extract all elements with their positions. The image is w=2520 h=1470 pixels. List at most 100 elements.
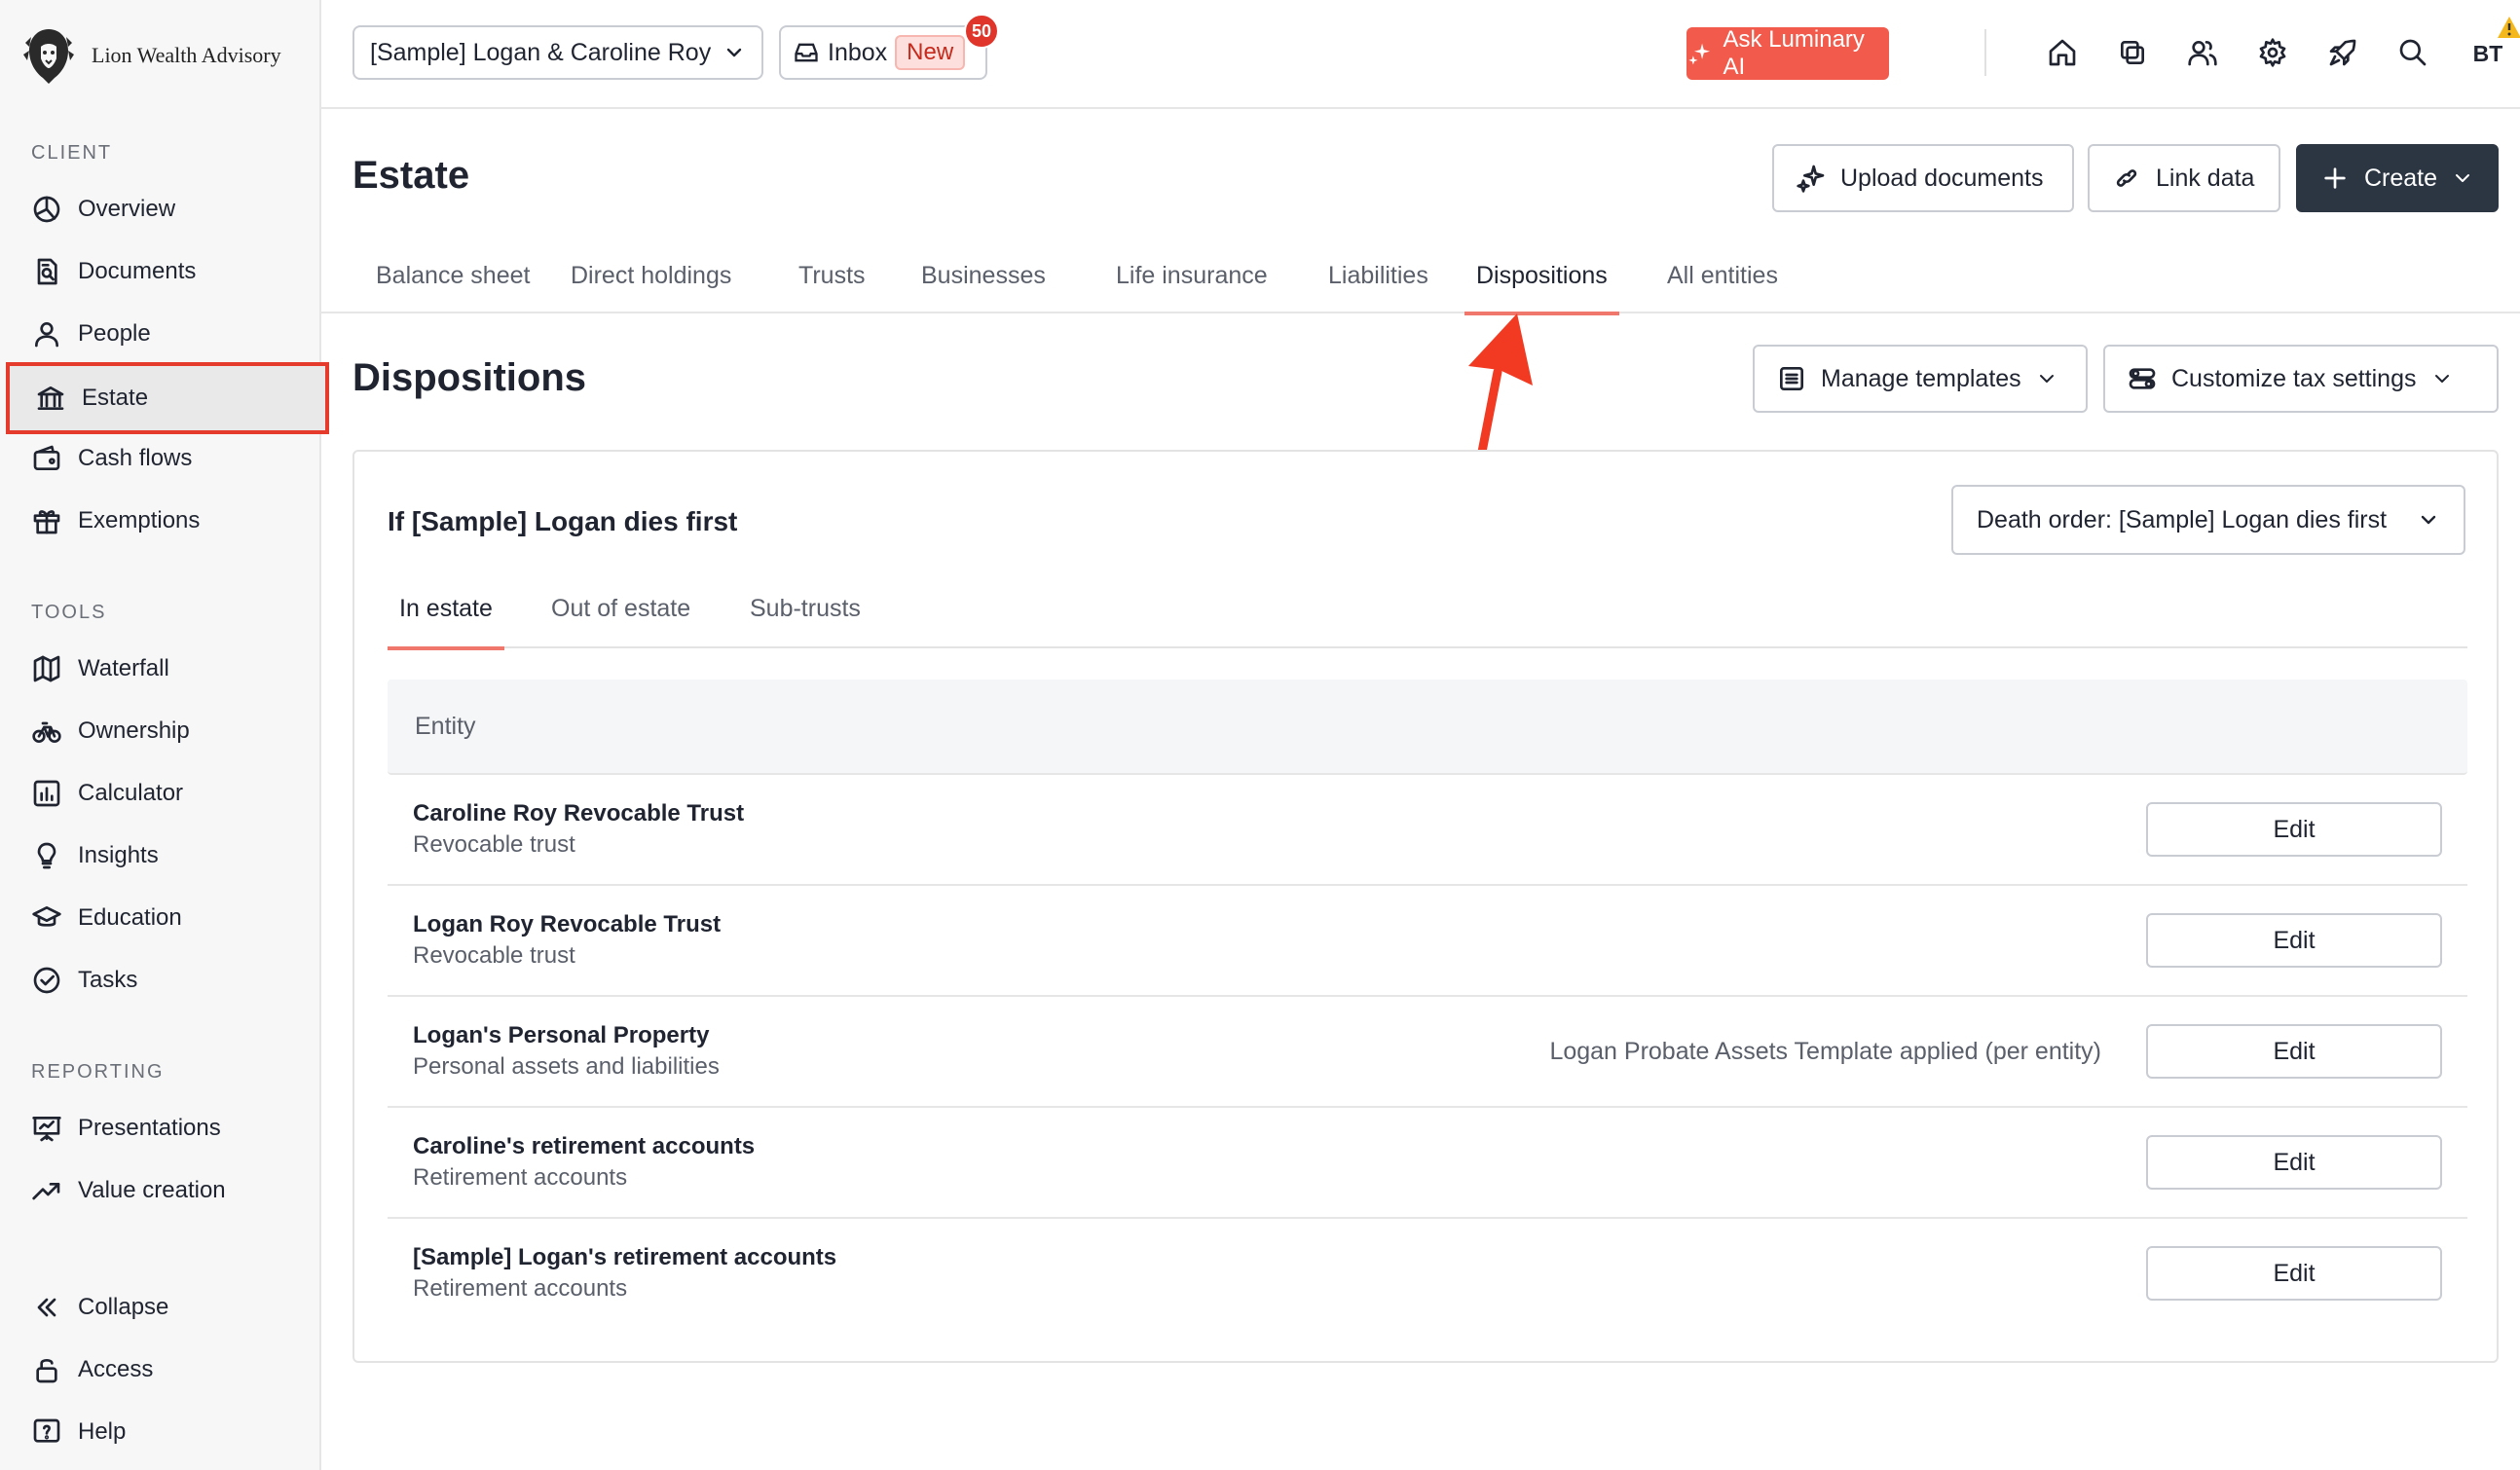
tab-all-entities[interactable]: All entities — [1655, 238, 1790, 313]
presentation-icon — [32, 1117, 61, 1142]
inbox-label: Inbox — [828, 38, 888, 66]
sidebar-item-documents[interactable]: Documents — [6, 240, 327, 303]
brand-name: Lion Wealth Advisory — [92, 43, 281, 67]
help-icon — [33, 1418, 60, 1443]
sidebar-item-tasks[interactable]: Tasks — [6, 949, 327, 1011]
create-button[interactable]: Create — [2296, 144, 2499, 212]
section-label-tools: TOOLS — [31, 602, 107, 623]
sidebar-item-label: Estate — [82, 385, 149, 411]
dispositions-card: If [Sample] Logan dies first Death order… — [352, 450, 2499, 1363]
lightbulb-icon — [37, 842, 56, 869]
table-row: Caroline's retirement accounts Retiremen… — [388, 1108, 2467, 1219]
table-row: [Sample] Logan's retirement accounts Ret… — [388, 1219, 2467, 1330]
chevron-down-icon — [726, 48, 742, 57]
sidebar-item-insights[interactable]: Insights — [6, 825, 327, 887]
entity-name: Caroline Roy Revocable Trust — [413, 800, 745, 827]
sidebar-item-label: Ownership — [78, 717, 190, 744]
sidebar-item-education[interactable]: Education — [6, 887, 327, 949]
sidebar: Lion Wealth Advisory CLIENT Overview Doc… — [0, 0, 329, 1470]
sidebar-item-label: Help — [78, 1418, 127, 1445]
rocket-icon[interactable] — [2323, 33, 2362, 72]
link-icon — [2116, 169, 2137, 187]
manage-templates-label: Manage templates — [1821, 364, 2021, 392]
toggles-icon — [2129, 368, 2156, 389]
sidebar-help[interactable]: Help — [6, 1401, 327, 1463]
upload-documents-label: Upload documents — [1840, 164, 2044, 192]
column-header-entity: Entity — [415, 712, 476, 740]
sidebar-item-ownership[interactable]: Ownership — [6, 700, 327, 762]
tab-dispositions[interactable]: Dispositions — [1464, 238, 1619, 315]
entity-type: Retirement accounts — [413, 1164, 628, 1191]
inbox-count-badge: 50 — [964, 14, 999, 49]
tab-life-insurance[interactable]: Life insurance — [1104, 238, 1279, 313]
table-row: Caroline Roy Revocable Trust Revocable t… — [388, 775, 2467, 886]
inbox-new-badge: New — [895, 35, 966, 70]
sidebar-item-calculator[interactable]: Calculator — [6, 762, 327, 825]
sidebar-item-estate[interactable]: Estate — [6, 362, 329, 434]
home-icon[interactable] — [2043, 33, 2082, 72]
estate-tabs: Balance sheet Direct holdings Trusts Bus… — [321, 238, 2520, 315]
customize-tax-settings-label: Customize tax settings — [2171, 364, 2417, 392]
sidebar-item-label: Overview — [78, 196, 176, 222]
entity-name: Logan Roy Revocable Trust — [413, 911, 722, 937]
sidebar-item-exemptions[interactable]: Exemptions — [6, 490, 327, 552]
sidebar-item-label: Tasks — [78, 967, 138, 993]
tab-liabilities[interactable]: Liabilities — [1316, 238, 1440, 313]
upload-documents-button[interactable]: Upload documents — [1772, 144, 2074, 212]
create-label: Create — [2364, 164, 2438, 192]
tab-in-estate[interactable]: In estate — [388, 569, 504, 650]
sidebar-item-label: People — [78, 320, 151, 347]
inbox-icon — [795, 43, 818, 62]
sidebar-item-label: Calculator — [78, 780, 184, 806]
tab-balance-sheet[interactable]: Balance sheet — [364, 238, 541, 313]
client-selector-value: [Sample] Logan & Caroline Roy — [370, 38, 712, 66]
scenario-title: If [Sample] Logan dies first — [388, 506, 738, 536]
sparkle-icon — [1797, 165, 1825, 193]
sidebar-item-presentations[interactable]: Presentations — [6, 1097, 327, 1159]
table-row: Logan Roy Revocable Trust Revocable trus… — [388, 886, 2467, 997]
brand-logo[interactable]: Lion Wealth Advisory — [21, 23, 281, 88]
edit-button[interactable]: Edit — [2146, 1024, 2442, 1079]
edit-button[interactable]: Edit — [2146, 1135, 2442, 1190]
manage-templates-button[interactable]: Manage templates — [1753, 345, 2088, 413]
tab-trusts[interactable]: Trusts — [787, 238, 877, 313]
graduation-cap-icon — [32, 906, 61, 927]
table-row: Logan's Personal Property Personal asset… — [388, 997, 2467, 1108]
customize-tax-settings-button[interactable]: Customize tax settings — [2103, 345, 2499, 413]
sidebar-item-label: Access — [78, 1356, 154, 1382]
wallet-icon — [33, 445, 60, 470]
tab-businesses[interactable]: Businesses — [909, 238, 1057, 313]
tab-direct-holdings[interactable]: Direct holdings — [559, 238, 743, 313]
warning-icon — [2498, 17, 2520, 38]
inbox-button[interactable]: Inbox New — [779, 25, 987, 80]
search-icon[interactable] — [2393, 33, 2432, 72]
users-icon[interactable] — [2183, 33, 2222, 72]
sidebar-item-cash-flows[interactable]: Cash flows — [6, 427, 327, 490]
link-data-label: Link data — [2156, 164, 2255, 192]
ask-ai-button[interactable]: Ask Luminary AI — [1686, 26, 1889, 80]
death-order-select[interactable]: Death order: [Sample] Logan dies first — [1951, 485, 2465, 555]
sidebar-item-people[interactable]: People — [6, 303, 327, 365]
entity-type: Revocable trust — [413, 942, 575, 969]
template-icon — [1780, 367, 1803, 390]
top-bar: [Sample] Logan & Caroline Roy Inbox New … — [321, 0, 2520, 109]
sidebar-item-waterfall[interactable]: Waterfall — [6, 638, 327, 700]
sidebar-collapse[interactable]: Collapse — [6, 1276, 327, 1339]
tab-sub-trusts[interactable]: Sub-trusts — [738, 569, 872, 648]
client-selector[interactable]: [Sample] Logan & Caroline Roy — [352, 25, 763, 80]
page-title: Estate — [352, 154, 470, 197]
tab-out-of-estate[interactable]: Out of estate — [539, 569, 702, 648]
sidebar-access[interactable]: Access — [6, 1339, 327, 1401]
entity-type: Revocable trust — [413, 831, 575, 858]
edit-button[interactable]: Edit — [2146, 1246, 2442, 1301]
gear-icon[interactable] — [2253, 33, 2292, 72]
bicycle-icon — [32, 721, 61, 743]
plus-icon — [2324, 167, 2346, 189]
sidebar-item-value-creation[interactable]: Value creation — [6, 1159, 327, 1222]
edit-button[interactable]: Edit — [2146, 802, 2442, 857]
sidebar-item-label: Insights — [78, 842, 159, 868]
link-data-button[interactable]: Link data — [2088, 144, 2280, 212]
copy-icon[interactable] — [2113, 33, 2152, 72]
sidebar-item-overview[interactable]: Overview — [6, 178, 327, 240]
edit-button[interactable]: Edit — [2146, 913, 2442, 968]
